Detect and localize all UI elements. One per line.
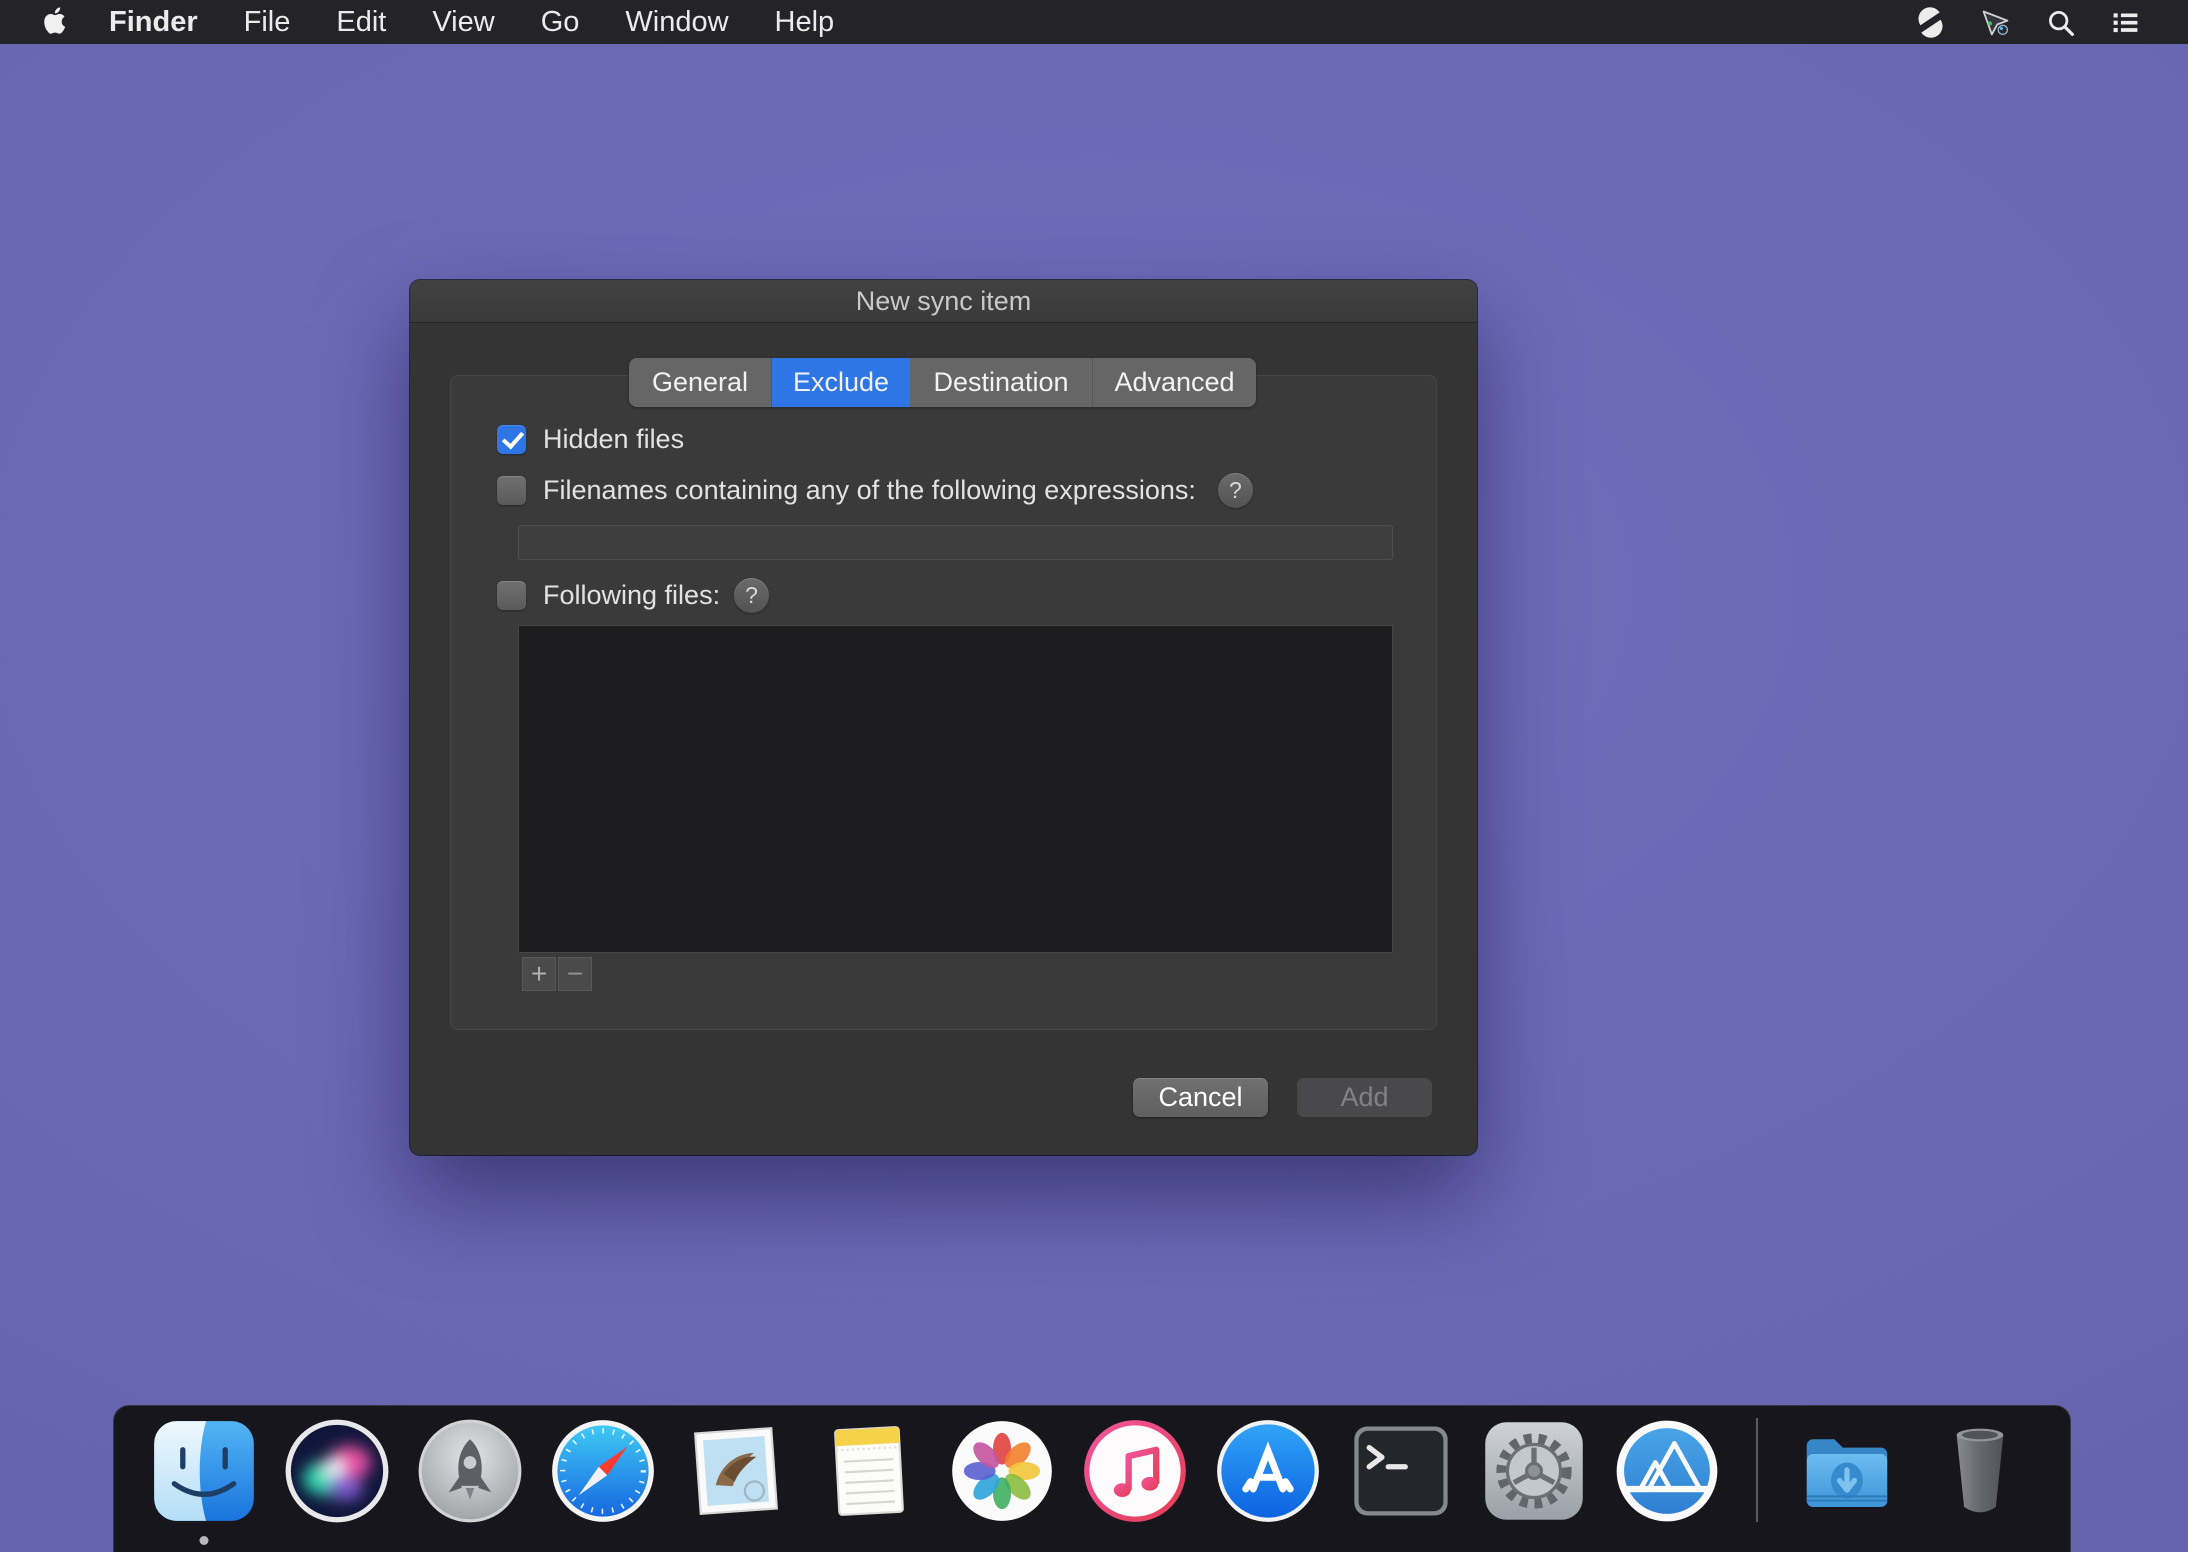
- dock-divider: [1756, 1418, 1758, 1522]
- menu-file[interactable]: File: [221, 0, 314, 44]
- dock-icon-system-preferences[interactable]: [1481, 1418, 1587, 1524]
- sync-s-icon[interactable]: [1914, 6, 1947, 39]
- dialog-title: New sync item: [856, 286, 1032, 317]
- menu-bar-status-area: [1914, 6, 2188, 39]
- filenames-checkbox[interactable]: [497, 476, 526, 505]
- following-files-label: Following files:: [543, 580, 720, 611]
- hidden-files-checkbox[interactable]: [497, 425, 526, 454]
- dialog-title-bar[interactable]: New sync item: [410, 280, 1477, 323]
- hidden-files-row: Hidden files: [497, 424, 684, 455]
- cancel-button[interactable]: Cancel: [1133, 1078, 1268, 1117]
- menu-bar: FinderFileEditViewGoWindowHelp: [0, 0, 2188, 44]
- menu-finder[interactable]: Finder: [86, 0, 221, 44]
- dock-icon-app-store[interactable]: [1215, 1418, 1321, 1524]
- menu-view[interactable]: View: [409, 0, 517, 44]
- apple-menu-icon[interactable]: [44, 7, 70, 37]
- hidden-files-label: Hidden files: [543, 424, 684, 455]
- menu-go[interactable]: Go: [518, 0, 603, 44]
- tab-bar: GeneralExcludeDestinationAdvanced: [629, 358, 1256, 407]
- dock-icon-notes[interactable]: [816, 1418, 922, 1524]
- following-files-row: Following files: ?: [497, 578, 769, 613]
- filenames-help-button[interactable]: ?: [1218, 473, 1253, 508]
- dock-icon-terminal[interactable]: [1348, 1418, 1454, 1524]
- filenames-row: Filenames containing any of the followin…: [497, 473, 1253, 508]
- menu-edit[interactable]: Edit: [313, 0, 409, 44]
- tab-exclude[interactable]: Exclude: [772, 358, 910, 407]
- dock-icon-launchpad[interactable]: [417, 1418, 523, 1524]
- files-list-box[interactable]: [518, 625, 1393, 953]
- add-row-button[interactable]: +: [522, 957, 556, 991]
- filenames-label: Filenames containing any of the followin…: [543, 475, 1196, 506]
- pointer-tool-icon[interactable]: [1979, 6, 2012, 39]
- dock-icon-mail[interactable]: [683, 1418, 789, 1524]
- dock: [113, 1405, 2071, 1552]
- dock-icon-safari[interactable]: [550, 1418, 656, 1524]
- spotlight-search-icon[interactable]: [2044, 6, 2077, 39]
- notification-list-icon[interactable]: [2109, 6, 2142, 39]
- remove-row-button[interactable]: −: [558, 957, 592, 991]
- tab-destination[interactable]: Destination: [910, 358, 1093, 407]
- dock-icon-trash[interactable]: [1927, 1418, 2033, 1524]
- running-indicator: [200, 1536, 209, 1545]
- new-sync-item-dialog: New sync item GeneralExcludeDestinationA…: [410, 280, 1477, 1155]
- menu-help[interactable]: Help: [752, 0, 858, 44]
- following-files-checkbox[interactable]: [497, 581, 526, 610]
- expressions-input[interactable]: [518, 525, 1393, 560]
- dock-icon-app-cleaner[interactable]: [1614, 1418, 1720, 1524]
- dock-icon-itunes[interactable]: [1082, 1418, 1188, 1524]
- tab-general[interactable]: General: [629, 358, 772, 407]
- dock-icon-finder[interactable]: [151, 1418, 257, 1524]
- list-controls: + −: [522, 957, 592, 991]
- dock-icon-photos[interactable]: [949, 1418, 1055, 1524]
- add-button[interactable]: Add: [1297, 1078, 1432, 1117]
- dock-icon-siri[interactable]: [284, 1418, 390, 1524]
- dock-icon-downloads-folder[interactable]: [1794, 1418, 1900, 1524]
- menu-window[interactable]: Window: [602, 0, 751, 44]
- following-files-help-button[interactable]: ?: [734, 578, 769, 613]
- tab-advanced[interactable]: Advanced: [1093, 358, 1256, 407]
